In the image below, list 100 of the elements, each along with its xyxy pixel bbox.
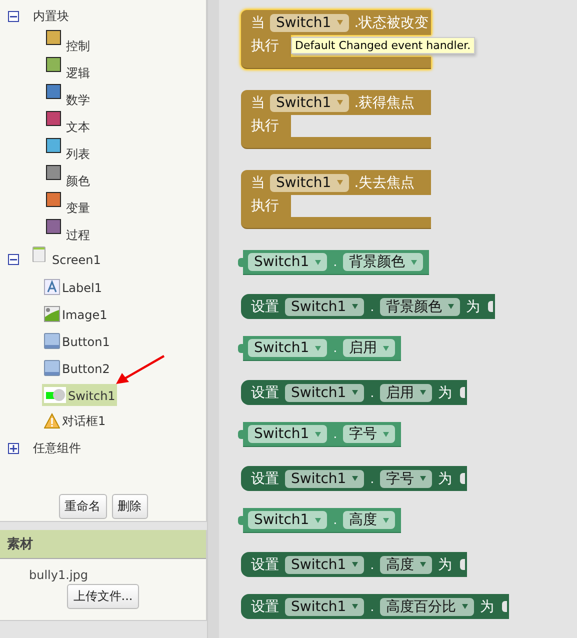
tree-item-label: Switch1 <box>68 388 116 402</box>
tree-item[interactable]: 数学 <box>64 84 92 112</box>
component-button[interactable]: 删除 <box>112 494 148 519</box>
component-button[interactable]: 重命名 <box>58 494 106 519</box>
event-block[interactable]: 当 Switch1 .失去焦点 执行 <box>241 170 431 229</box>
tree-item-label: Button1 <box>62 334 110 348</box>
tree-item[interactable]: 过程 <box>64 218 92 246</box>
component-dropdown[interactable]: Switch1 <box>248 339 328 357</box>
setter-block[interactable]: 设置 Switch1 . 高度 为 <box>241 552 468 577</box>
button-icon <box>44 332 60 348</box>
dot-separator: . <box>370 386 374 400</box>
block-keyword: 设置 <box>251 598 279 616</box>
tree-item[interactable]: 变量 <box>64 192 92 220</box>
setter-block[interactable]: 设置 Switch1 . 字号 为 <box>241 466 468 491</box>
dot-separator: . <box>370 300 374 314</box>
dot-separator: . <box>333 427 338 441</box>
dot-separator: . <box>333 513 338 527</box>
tree-item[interactable]: 内置块 <box>31 5 71 28</box>
input-socket <box>460 387 466 398</box>
block-keyword: 执行 <box>251 197 279 215</box>
component-dropdown[interactable]: Switch1 <box>285 298 364 316</box>
warning-icon <box>44 413 60 429</box>
input-socket <box>488 301 494 312</box>
tree-item[interactable]: Image1 <box>42 302 110 324</box>
component-dropdown[interactable]: Switch1 <box>248 253 328 271</box>
block-keyword: 设置 <box>251 298 279 316</box>
tree-item[interactable]: Button1 <box>42 330 112 352</box>
tree-item[interactable]: Screen1 <box>50 250 103 270</box>
component-dropdown[interactable]: 高度 <box>380 556 432 574</box>
getter-block[interactable]: Switch1 . 背景颜色 <box>243 250 430 275</box>
block-keyword: 设置 <box>251 384 279 402</box>
input-socket <box>460 559 466 570</box>
tooltip: Default Changed event handler. <box>291 37 475 54</box>
event-block[interactable]: 当 Switch1 .获得焦点 执行 <box>241 90 431 149</box>
switch-icon <box>44 386 66 402</box>
component-dropdown[interactable]: 字号 <box>343 425 396 443</box>
setter-block[interactable]: 设置 Switch1 . 启用 为 <box>241 380 468 405</box>
getter-block[interactable]: Switch1 . 启用 <box>243 336 402 361</box>
block-keyword: 当 <box>251 14 265 32</box>
expand-icon[interactable] <box>8 443 19 454</box>
component-dropdown[interactable]: Switch1 <box>285 556 364 574</box>
button-icon <box>44 360 60 376</box>
component-dropdown[interactable]: Switch1 <box>270 14 350 32</box>
component-dropdown[interactable]: Switch1 <box>285 384 364 402</box>
component-dropdown[interactable]: 背景颜色 <box>343 253 424 271</box>
block-keyword: 为 <box>438 384 452 402</box>
tree-item[interactable]: Button2 <box>42 356 112 378</box>
dot-separator: . <box>370 600 374 614</box>
component-dropdown[interactable]: Switch1 <box>270 174 350 192</box>
component-dropdown[interactable]: Switch1 <box>248 425 328 443</box>
tree-item-label: Image1 <box>62 308 108 322</box>
tree-item[interactable]: 颜色 <box>64 164 92 192</box>
event-name: .获得焦点 <box>354 94 415 112</box>
input-socket <box>460 473 466 484</box>
setter-block[interactable]: 设置 Switch1 . 背景颜色 为 <box>241 294 496 319</box>
collapse-icon[interactable] <box>8 11 19 22</box>
setter-block[interactable]: 设置 Switch1 . 高度百分比 为 <box>241 594 510 619</box>
tree-item[interactable]: 文本 <box>64 110 92 138</box>
component-dropdown[interactable]: 背景颜色 <box>380 298 460 316</box>
component-dropdown[interactable]: 高度百分比 <box>380 598 474 616</box>
block-keyword: 为 <box>438 556 452 574</box>
block-keyword: 设置 <box>251 470 279 488</box>
component-dropdown[interactable]: 字号 <box>380 470 432 488</box>
tree-item[interactable]: 列表 <box>64 138 92 166</box>
arrow-annotation <box>114 354 166 386</box>
event-name: .失去焦点 <box>354 174 415 192</box>
asset-file[interactable]: bully1.jpg <box>0 559 206 582</box>
tree-item[interactable]: Switch1 <box>42 384 118 406</box>
event-name: .状态被改变 <box>354 14 429 32</box>
letter-icon <box>44 278 60 294</box>
image-icon <box>44 306 60 322</box>
component-dropdown[interactable]: Switch1 <box>285 598 364 616</box>
tree-item-label: Button2 <box>62 362 110 376</box>
collapse-icon[interactable] <box>8 254 19 265</box>
block-keyword: 为 <box>466 298 480 316</box>
tree-item[interactable]: 控制 <box>64 30 92 58</box>
component-dropdown[interactable]: 启用 <box>380 384 432 402</box>
block-keyword: 当 <box>251 174 265 192</box>
tree-item[interactable]: 对话框1 <box>42 410 108 433</box>
block-keyword: 为 <box>438 470 452 488</box>
component-dropdown[interactable]: Switch1 <box>270 94 350 112</box>
block-keyword: 设置 <box>251 556 279 574</box>
tree-item[interactable]: Label1 <box>42 276 104 298</box>
tree-item-label: Label1 <box>62 280 102 294</box>
component-dropdown[interactable]: 启用 <box>343 339 396 357</box>
component-dropdown[interactable]: 高度 <box>343 511 396 529</box>
dot-separator: . <box>333 255 338 269</box>
dot-separator: . <box>370 558 374 572</box>
assets-title: 素材 <box>7 536 33 553</box>
screen-icon <box>31 246 47 262</box>
block-keyword: 执行 <box>251 117 279 135</box>
block-keyword: 当 <box>251 94 265 112</box>
tree-item[interactable]: 逻辑 <box>64 56 92 84</box>
component-dropdown[interactable]: Switch1 <box>285 470 364 488</box>
upload-button[interactable]: 上传文件... <box>67 584 139 609</box>
tree-item[interactable]: 任意组件 <box>31 437 83 460</box>
getter-block[interactable]: Switch1 . 高度 <box>243 508 402 533</box>
tree-item-label: 对话框1 <box>62 413 106 430</box>
getter-block[interactable]: Switch1 . 字号 <box>243 422 402 447</box>
component-dropdown[interactable]: Switch1 <box>248 511 328 529</box>
